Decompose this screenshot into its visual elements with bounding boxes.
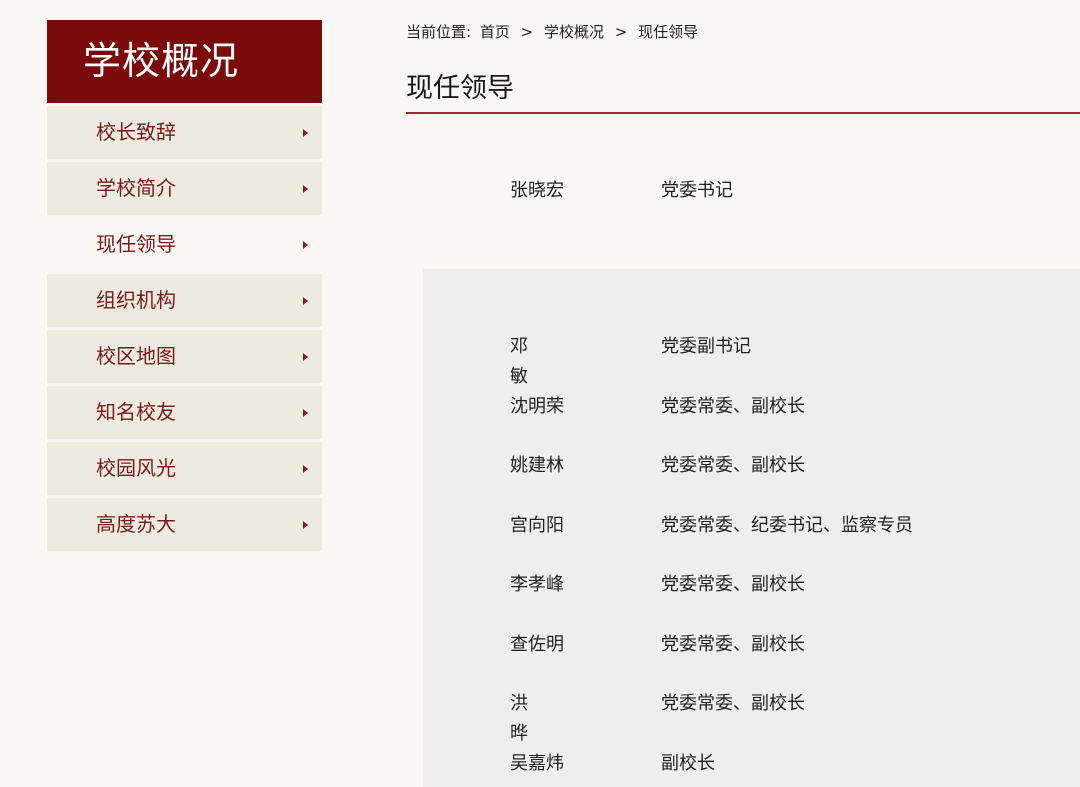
leader-role: 党委常委、副校长 [661,634,805,655]
leader-row: 吴嘉炜 副校长 [406,749,1080,779]
title-divider [406,112,1080,114]
leader-role: 党委常委、副校长 [661,574,805,595]
leader-row: 宫向阳 党委常委、纪委书记、监察专员 [406,511,1080,541]
leader-role: 党委常委、副校长 [661,396,805,417]
page-title: 现任领导 [406,73,514,104]
leader-role: 党委常委、副校长 [661,455,805,476]
leader-name: 查佐明 [510,634,564,655]
sidebar-item-campus-map[interactable]: 校区地图 [47,330,322,383]
breadcrumb-current: 现任领导 [638,23,699,41]
leader-role: 党委常委、纪委书记、监察专员 [661,515,913,536]
sidebar-item-campus-scenery[interactable]: 校园风光 [47,442,322,495]
leader-row: 张晓宏 党委书记 [406,176,1080,206]
sidebar-item-label: 高度苏大 [96,512,176,536]
caret-right-icon [303,464,308,473]
sidebar-item-current-leaders[interactable]: 现任领导 [47,218,322,271]
sidebar-item-label: 学校简介 [96,176,176,200]
leader-name: 张晓宏 [510,180,564,201]
leader-name: 李孝峰 [510,574,564,595]
leader-role: 党委书记 [661,180,733,201]
leader-row: 查佐明 党委常委、副校长 [406,630,1080,660]
leader-role: 党委常委、副校长 [661,693,805,714]
sidebar-item-gaodu-suda[interactable]: 高度苏大 [47,498,322,551]
leader-name: 姚建林 [510,455,564,476]
breadcrumb-separator: > [520,23,534,41]
breadcrumb: 当前位置: 首页 > 学校概况 > 现任领导 [406,21,702,42]
leader-name: 洪 晔 [510,693,548,744]
caret-right-icon [303,296,308,305]
leader-row: 沈明荣 党委常委、副校长 [406,392,1080,422]
leader-name: 邓 敏 [510,336,548,387]
sidebar-item-label: 校长致辞 [96,120,176,144]
sidebar-item-organization[interactable]: 组织机构 [47,274,322,327]
leader-role: 副校长 [661,753,715,774]
caret-right-icon [303,184,308,193]
sidebar-item-label: 校园风光 [96,456,176,480]
sidebar-item-principal-speech[interactable]: 校长致辞 [47,106,322,159]
breadcrumb-prefix: 当前位置: [406,23,472,41]
sidebar-item-label: 组织机构 [96,288,176,312]
sidebar-nav: 学校概况 校长致辞 学校简介 现任领导 组织机构 校区地图 知名校友 校园风光 [47,20,322,551]
sidebar-title: 学校概况 [47,20,322,103]
sidebar-item-label: 校区地图 [96,344,176,368]
sidebar-item-alumni[interactable]: 知名校友 [47,386,322,439]
breadcrumb-link-overview[interactable]: 学校概况 [544,23,604,41]
leader-row: 邓 敏 党委副书记 [406,332,1080,387]
leader-row: 洪 晔 党委常委、副校长 [406,689,1080,744]
caret-right-icon [303,520,308,529]
page: 学校概况 校长致辞 学校简介 现任领导 组织机构 校区地图 知名校友 校园风光 [0,0,1080,787]
sidebar-item-label: 知名校友 [96,400,176,424]
leader-name: 宫向阳 [510,515,564,536]
leader-role: 党委副书记 [661,336,751,357]
leader-row: 姚建林 党委常委、副校长 [406,451,1080,481]
breadcrumb-separator: > [614,23,628,41]
sidebar-item-label: 现任领导 [96,232,176,256]
breadcrumb-link-home[interactable]: 首页 [480,23,510,41]
leader-name: 吴嘉炜 [510,753,564,774]
caret-right-icon [303,240,308,249]
caret-right-icon [303,352,308,361]
sidebar-item-school-intro[interactable]: 学校简介 [47,162,322,215]
caret-right-icon [303,128,308,137]
caret-right-icon [303,408,308,417]
leader-name: 沈明荣 [510,396,564,417]
leader-row: 李孝峰 党委常委、副校长 [406,570,1080,600]
